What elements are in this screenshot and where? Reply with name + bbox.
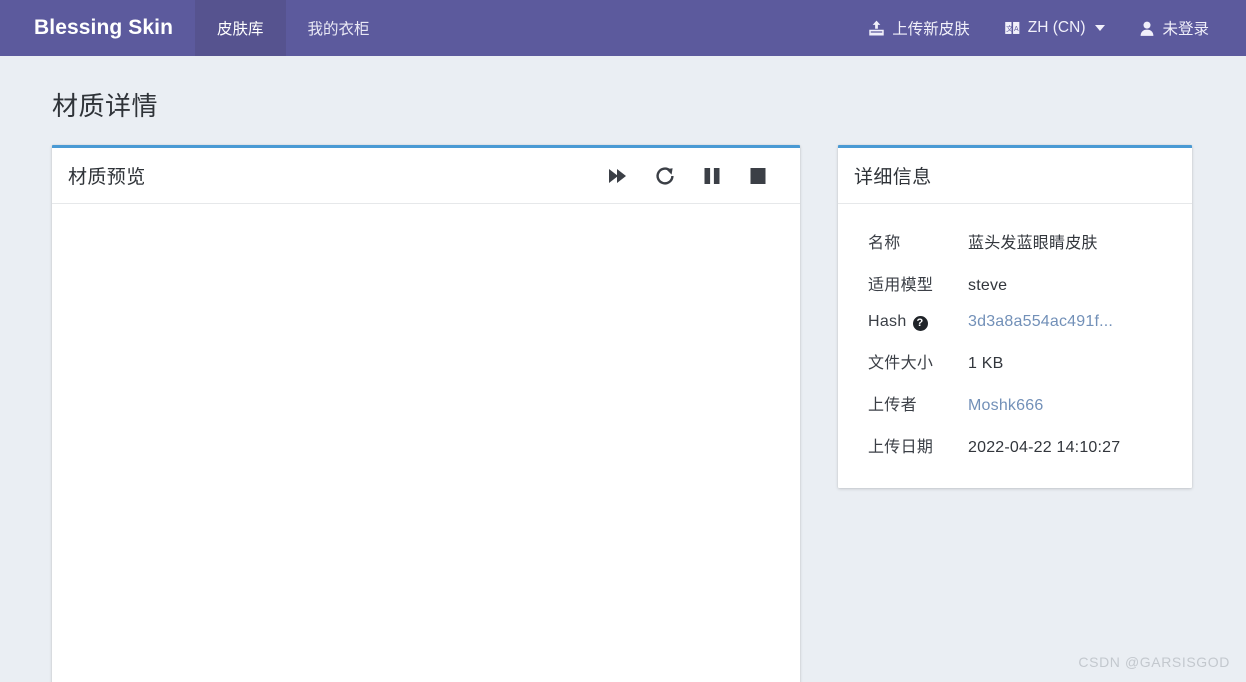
- hash-help-icon[interactable]: ?: [912, 315, 928, 331]
- upload-new-skin-label: 上传新皮肤: [892, 21, 970, 38]
- preview-card-title: 材质预览: [68, 167, 146, 188]
- texture-preview-card: 材质预览: [52, 145, 800, 682]
- detail-card-header: 详细信息: [838, 148, 1192, 204]
- language-label: ZH (CN): [1027, 19, 1086, 36]
- detail-value-model: steve: [968, 277, 1008, 294]
- detail-label-uploader: 上传者: [868, 397, 917, 414]
- preview-card-tools: [606, 165, 782, 187]
- user-account-label: 未登录: [1162, 21, 1209, 38]
- fast-forward-icon[interactable]: [606, 165, 628, 187]
- detail-label-upload-date: 上传日期: [868, 439, 934, 456]
- detail-label-hash-text: Hash: [868, 313, 907, 330]
- navbar-left-group: Blessing Skin 皮肤库 我的衣柜: [0, 0, 392, 56]
- user-account-button[interactable]: 未登录: [1122, 0, 1226, 56]
- content-row: 材质预览 详细信息 名称 蓝头发蓝眼睛皮肤 适用模型 steve Hash ? …: [52, 145, 1194, 682]
- top-navbar: Blessing Skin 皮肤库 我的衣柜 上传新皮肤 文 A ZH (CN)…: [0, 0, 1246, 56]
- detail-row-model: 适用模型 steve: [868, 262, 1162, 304]
- user-icon: [1139, 20, 1155, 37]
- language-selector[interactable]: 文 A ZH (CN): [987, 0, 1123, 56]
- detail-label-model: 适用模型: [868, 277, 934, 294]
- detail-row-upload-date: 上传日期 2022-04-22 14:10:27: [868, 424, 1162, 466]
- detail-column: 详细信息 名称 蓝头发蓝眼睛皮肤 适用模型 steve Hash ? 3d3a8…: [838, 145, 1192, 488]
- language-icon: 文 A: [1004, 20, 1021, 37]
- detail-value-name: 蓝头发蓝眼睛皮肤: [968, 235, 1098, 252]
- texture-preview-viewport[interactable]: [52, 204, 800, 682]
- detail-row-hash: Hash ? 3d3a8a554ac491f...: [868, 304, 1162, 340]
- detail-value-uploader[interactable]: Moshk666: [968, 397, 1043, 415]
- detail-info-card: 详细信息 名称 蓝头发蓝眼睛皮肤 适用模型 steve Hash ? 3d3a8…: [838, 145, 1192, 488]
- brand-logo[interactable]: Blessing Skin: [0, 0, 195, 56]
- detail-row-name: 名称 蓝头发蓝眼睛皮肤: [868, 220, 1162, 262]
- preview-column: 材质预览: [52, 145, 800, 682]
- detail-label-filesize: 文件大小: [868, 355, 934, 372]
- svg-text:A: A: [1014, 25, 1019, 32]
- preview-card-header: 材质预览: [52, 148, 800, 204]
- detail-label-hash: Hash ?: [868, 313, 968, 331]
- nav-tab-skin-library[interactable]: 皮肤库: [195, 0, 286, 56]
- navbar-right-group: 上传新皮肤 文 A ZH (CN) 未登录: [851, 0, 1246, 56]
- page-content: 材质详情 材质预览 详细信息 名称 蓝头发蓝眼睛皮肤 适用模型 steve Ha…: [0, 56, 1246, 682]
- skin-3d-render[interactable]: [52, 493, 800, 682]
- detail-info-body: 名称 蓝头发蓝眼睛皮肤 适用模型 steve Hash ? 3d3a8a554a…: [838, 204, 1192, 488]
- detail-card-title: 详细信息: [854, 167, 932, 188]
- detail-row-filesize: 文件大小 1 KB: [868, 340, 1162, 382]
- detail-label-name: 名称: [868, 235, 901, 252]
- chevron-down-icon: [1095, 25, 1106, 31]
- detail-row-uploader: 上传者 Moshk666: [868, 382, 1162, 424]
- detail-value-hash[interactable]: 3d3a8a554ac491f...: [968, 313, 1113, 331]
- svg-text:文: 文: [1006, 23, 1013, 32]
- detail-value-upload-date: 2022-04-22 14:10:27: [968, 439, 1121, 456]
- stop-icon[interactable]: [748, 165, 768, 187]
- upload-new-skin-button[interactable]: 上传新皮肤: [851, 0, 987, 56]
- nav-tab-my-closet[interactable]: 我的衣柜: [286, 0, 392, 56]
- watermark: CSDN @GARSISGOD: [1078, 654, 1230, 670]
- detail-value-filesize: 1 KB: [968, 355, 1004, 372]
- upload-icon: [868, 20, 885, 37]
- pause-icon[interactable]: [702, 165, 722, 187]
- page-title: 材质详情: [52, 91, 159, 121]
- redo-icon[interactable]: [654, 165, 676, 187]
